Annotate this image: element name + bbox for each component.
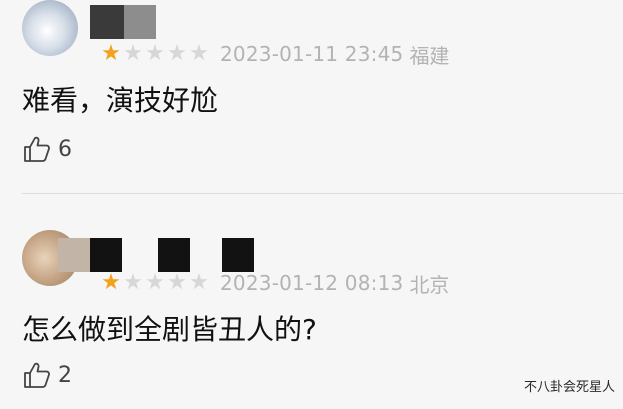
review-text: 怎么做到全剧皆丑人的? [22,313,317,346]
review-item: ★ ★ ★ ★ ★ 2023-01-11 23:45 福建 难看，演技好尬 6 [0,0,623,193]
avatar[interactable] [22,0,78,56]
review-location: 北京 [409,272,450,297]
review-date: 2023-01-12 08:13 [220,271,404,295]
review-text: 难看，演技好尬 [22,84,219,117]
like-count: 2 [58,362,72,388]
thumbs-up-outline-icon [24,362,50,388]
like-button[interactable]: 6 [22,134,72,164]
star-icon: ★ [101,270,121,295]
thumbs-up-outline-icon [24,136,50,162]
watermark: 不八卦会死星人 [523,380,615,395]
star-rating: ★ ★ ★ ★ ★ [100,43,210,65]
review-meta: ★ ★ ★ ★ ★ 2023-01-11 23:45 福建 [100,42,450,68]
star-icon: ★ [123,270,143,295]
star-icon: ★ [145,270,165,295]
star-icon: ★ [167,41,187,66]
star-icon: ★ [145,41,165,66]
star-icon: ★ [189,41,209,66]
review-location: 福建 [409,43,450,68]
star-icon: ★ [123,41,143,66]
review-date: 2023-01-11 23:45 [220,42,404,66]
star-rating: ★ ★ ★ ★ ★ [100,272,210,294]
star-icon: ★ [101,41,121,66]
redacted-username [58,238,258,272]
redacted-username [90,5,156,39]
like-button[interactable]: 2 [22,360,72,390]
star-icon: ★ [167,270,187,295]
review-meta: ★ ★ ★ ★ ★ 2023-01-12 08:13 北京 [100,271,450,297]
star-icon: ★ [189,270,209,295]
like-count: 6 [58,136,72,162]
